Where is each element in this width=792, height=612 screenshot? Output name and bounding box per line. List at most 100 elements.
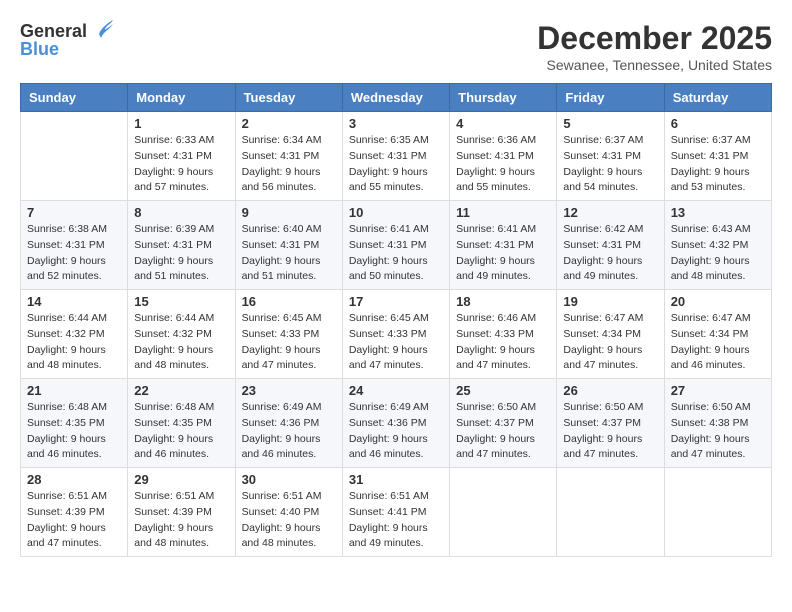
day-number: 27: [671, 383, 765, 398]
day-number: 24: [349, 383, 443, 398]
day-number: 31: [349, 472, 443, 487]
calendar-cell: 7 Sunrise: 6:38 AMSunset: 4:31 PMDayligh…: [21, 201, 128, 290]
calendar-cell: 11 Sunrise: 6:41 AMSunset: 4:31 PMDaylig…: [450, 201, 557, 290]
day-info: Sunrise: 6:41 AMSunset: 4:31 PMDaylight:…: [349, 223, 429, 282]
calendar-cell: 6 Sunrise: 6:37 AMSunset: 4:31 PMDayligh…: [664, 112, 771, 201]
day-info: Sunrise: 6:50 AMSunset: 4:38 PMDaylight:…: [671, 401, 751, 460]
calendar-cell: 29 Sunrise: 6:51 AMSunset: 4:39 PMDaylig…: [128, 468, 235, 557]
day-info: Sunrise: 6:36 AMSunset: 4:31 PMDaylight:…: [456, 134, 536, 193]
day-info: Sunrise: 6:51 AMSunset: 4:39 PMDaylight:…: [27, 490, 107, 549]
day-header-thursday: Thursday: [450, 84, 557, 112]
calendar-cell: 25 Sunrise: 6:50 AMSunset: 4:37 PMDaylig…: [450, 379, 557, 468]
calendar-week-row: 1 Sunrise: 6:33 AMSunset: 4:31 PMDayligh…: [21, 112, 772, 201]
day-info: Sunrise: 6:47 AMSunset: 4:34 PMDaylight:…: [563, 312, 643, 371]
calendar-cell: 12 Sunrise: 6:42 AMSunset: 4:31 PMDaylig…: [557, 201, 664, 290]
day-info: Sunrise: 6:37 AMSunset: 4:31 PMDaylight:…: [563, 134, 643, 193]
logo: General Blue: [20, 20, 113, 60]
calendar-cell: [664, 468, 771, 557]
calendar-cell: 10 Sunrise: 6:41 AMSunset: 4:31 PMDaylig…: [342, 201, 449, 290]
calendar-cell: 31 Sunrise: 6:51 AMSunset: 4:41 PMDaylig…: [342, 468, 449, 557]
day-number: 28: [27, 472, 121, 487]
day-header-friday: Friday: [557, 84, 664, 112]
title-section: December 2025 Sewanee, Tennessee, United…: [537, 20, 772, 73]
logo-blue-text: Blue: [20, 39, 59, 60]
day-info: Sunrise: 6:35 AMSunset: 4:31 PMDaylight:…: [349, 134, 429, 193]
calendar-cell: 1 Sunrise: 6:33 AMSunset: 4:31 PMDayligh…: [128, 112, 235, 201]
day-number: 4: [456, 116, 550, 131]
calendar-cell: 8 Sunrise: 6:39 AMSunset: 4:31 PMDayligh…: [128, 201, 235, 290]
calendar-cell: 16 Sunrise: 6:45 AMSunset: 4:33 PMDaylig…: [235, 290, 342, 379]
day-number: 22: [134, 383, 228, 398]
day-number: 15: [134, 294, 228, 309]
calendar-cell: 14 Sunrise: 6:44 AMSunset: 4:32 PMDaylig…: [21, 290, 128, 379]
calendar-cell: 9 Sunrise: 6:40 AMSunset: 4:31 PMDayligh…: [235, 201, 342, 290]
day-number: 12: [563, 205, 657, 220]
calendar-cell: 2 Sunrise: 6:34 AMSunset: 4:31 PMDayligh…: [235, 112, 342, 201]
day-number: 8: [134, 205, 228, 220]
calendar-cell: 23 Sunrise: 6:49 AMSunset: 4:36 PMDaylig…: [235, 379, 342, 468]
day-info: Sunrise: 6:48 AMSunset: 4:35 PMDaylight:…: [27, 401, 107, 460]
day-info: Sunrise: 6:34 AMSunset: 4:31 PMDaylight:…: [242, 134, 322, 193]
calendar-cell: 26 Sunrise: 6:50 AMSunset: 4:37 PMDaylig…: [557, 379, 664, 468]
day-info: Sunrise: 6:39 AMSunset: 4:31 PMDaylight:…: [134, 223, 214, 282]
calendar-cell: 15 Sunrise: 6:44 AMSunset: 4:32 PMDaylig…: [128, 290, 235, 379]
page-header: General Blue December 2025 Sewanee, Tenn…: [20, 20, 772, 73]
day-info: Sunrise: 6:50 AMSunset: 4:37 PMDaylight:…: [456, 401, 536, 460]
day-info: Sunrise: 6:41 AMSunset: 4:31 PMDaylight:…: [456, 223, 536, 282]
day-number: 16: [242, 294, 336, 309]
day-number: 9: [242, 205, 336, 220]
calendar-cell: 24 Sunrise: 6:49 AMSunset: 4:36 PMDaylig…: [342, 379, 449, 468]
day-number: 29: [134, 472, 228, 487]
day-number: 23: [242, 383, 336, 398]
day-info: Sunrise: 6:49 AMSunset: 4:36 PMDaylight:…: [242, 401, 322, 460]
calendar-week-row: 28 Sunrise: 6:51 AMSunset: 4:39 PMDaylig…: [21, 468, 772, 557]
day-number: 3: [349, 116, 443, 131]
day-number: 5: [563, 116, 657, 131]
location-text: Sewanee, Tennessee, United States: [537, 57, 772, 73]
day-number: 18: [456, 294, 550, 309]
day-number: 6: [671, 116, 765, 131]
calendar-cell: 4 Sunrise: 6:36 AMSunset: 4:31 PMDayligh…: [450, 112, 557, 201]
day-header-tuesday: Tuesday: [235, 84, 342, 112]
day-info: Sunrise: 6:51 AMSunset: 4:41 PMDaylight:…: [349, 490, 429, 549]
day-info: Sunrise: 6:49 AMSunset: 4:36 PMDaylight:…: [349, 401, 429, 460]
day-number: 2: [242, 116, 336, 131]
logo-bird-icon: [91, 20, 113, 43]
day-number: 17: [349, 294, 443, 309]
day-info: Sunrise: 6:51 AMSunset: 4:40 PMDaylight:…: [242, 490, 322, 549]
calendar-cell: [450, 468, 557, 557]
day-number: 11: [456, 205, 550, 220]
calendar-cell: 3 Sunrise: 6:35 AMSunset: 4:31 PMDayligh…: [342, 112, 449, 201]
day-header-monday: Monday: [128, 84, 235, 112]
day-info: Sunrise: 6:46 AMSunset: 4:33 PMDaylight:…: [456, 312, 536, 371]
day-info: Sunrise: 6:42 AMSunset: 4:31 PMDaylight:…: [563, 223, 643, 282]
calendar-table: SundayMondayTuesdayWednesdayThursdayFrid…: [20, 83, 772, 557]
day-info: Sunrise: 6:33 AMSunset: 4:31 PMDaylight:…: [134, 134, 214, 193]
day-info: Sunrise: 6:47 AMSunset: 4:34 PMDaylight:…: [671, 312, 751, 371]
day-number: 14: [27, 294, 121, 309]
day-number: 13: [671, 205, 765, 220]
day-number: 25: [456, 383, 550, 398]
day-number: 7: [27, 205, 121, 220]
calendar-cell: 27 Sunrise: 6:50 AMSunset: 4:38 PMDaylig…: [664, 379, 771, 468]
day-info: Sunrise: 6:43 AMSunset: 4:32 PMDaylight:…: [671, 223, 751, 282]
calendar-week-row: 21 Sunrise: 6:48 AMSunset: 4:35 PMDaylig…: [21, 379, 772, 468]
calendar-cell: [557, 468, 664, 557]
calendar-cell: 30 Sunrise: 6:51 AMSunset: 4:40 PMDaylig…: [235, 468, 342, 557]
day-info: Sunrise: 6:44 AMSunset: 4:32 PMDaylight:…: [27, 312, 107, 371]
calendar-cell: 28 Sunrise: 6:51 AMSunset: 4:39 PMDaylig…: [21, 468, 128, 557]
day-number: 26: [563, 383, 657, 398]
day-info: Sunrise: 6:48 AMSunset: 4:35 PMDaylight:…: [134, 401, 214, 460]
day-info: Sunrise: 6:51 AMSunset: 4:39 PMDaylight:…: [134, 490, 214, 549]
day-header-wednesday: Wednesday: [342, 84, 449, 112]
day-header-sunday: Sunday: [21, 84, 128, 112]
day-info: Sunrise: 6:45 AMSunset: 4:33 PMDaylight:…: [242, 312, 322, 371]
calendar-cell: 5 Sunrise: 6:37 AMSunset: 4:31 PMDayligh…: [557, 112, 664, 201]
day-info: Sunrise: 6:37 AMSunset: 4:31 PMDaylight:…: [671, 134, 751, 193]
day-header-saturday: Saturday: [664, 84, 771, 112]
day-number: 30: [242, 472, 336, 487]
day-info: Sunrise: 6:44 AMSunset: 4:32 PMDaylight:…: [134, 312, 214, 371]
day-info: Sunrise: 6:38 AMSunset: 4:31 PMDaylight:…: [27, 223, 107, 282]
day-number: 19: [563, 294, 657, 309]
day-info: Sunrise: 6:45 AMSunset: 4:33 PMDaylight:…: [349, 312, 429, 371]
